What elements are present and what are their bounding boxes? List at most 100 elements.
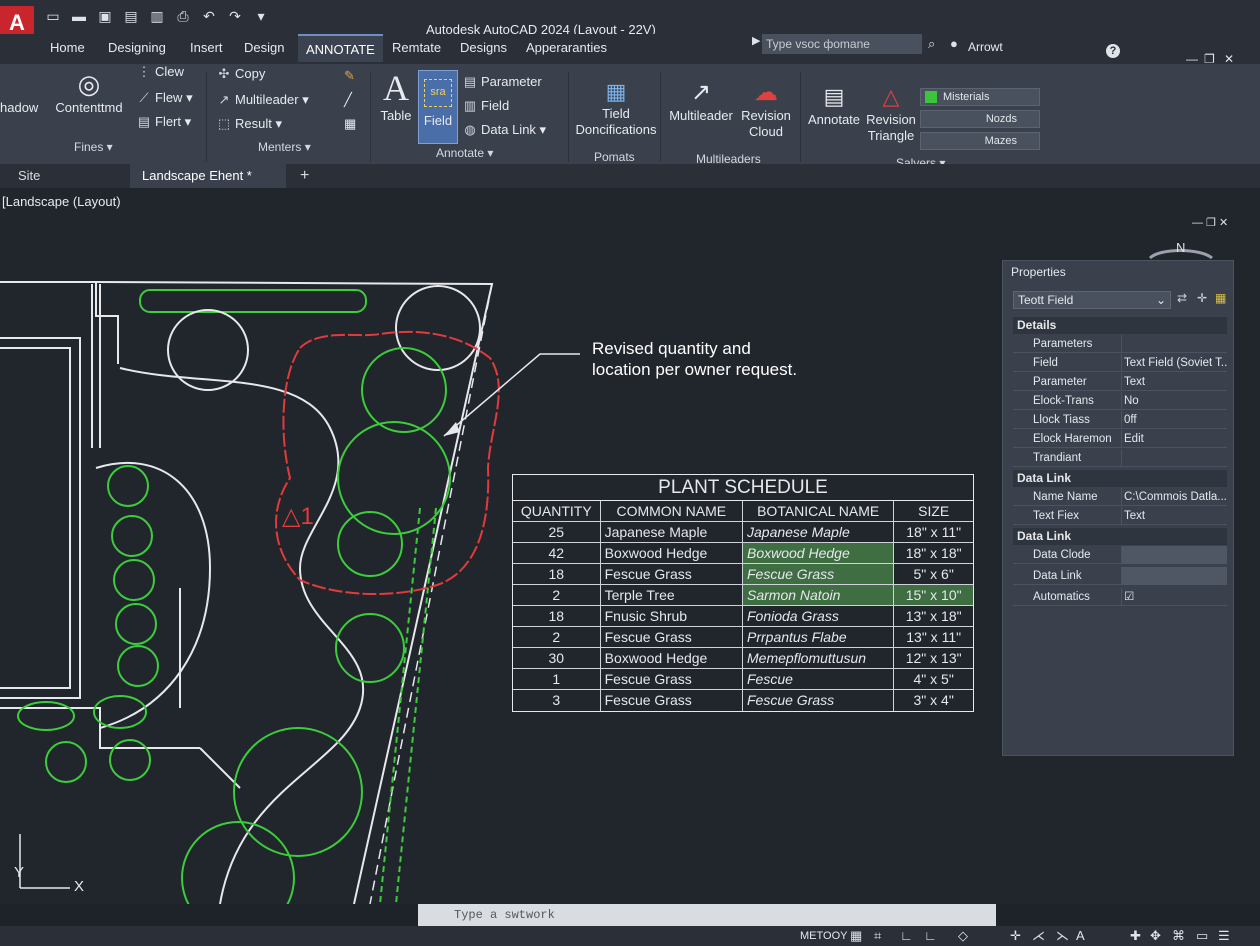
redo-icon[interactable]: ↷: [226, 8, 244, 24]
property-row[interactable]: Elock-Trans No: [1013, 392, 1227, 410]
cell-common-name[interactable]: Terple Tree: [601, 585, 743, 605]
model-space-toggle[interactable]: METOOY: [800, 930, 847, 942]
save-icon[interactable]: ▣: [96, 8, 114, 24]
tab-home[interactable]: Home: [42, 34, 93, 62]
panel-menters[interactable]: Menters ▾: [258, 140, 311, 154]
panel-annotate[interactable]: Annotate ▾: [436, 146, 493, 160]
result-button[interactable]: ⬚ Result ▾: [216, 116, 282, 132]
cell-botanical-name[interactable]: Prrpantus Flabe: [743, 627, 895, 647]
snap-mode-icon[interactable]: ⌗: [874, 928, 881, 944]
clew-button[interactable]: ⋮ Clew: [136, 64, 184, 80]
cell-botanical-name[interactable]: Fonioda Grass: [743, 606, 895, 626]
property-value[interactable]: Text: [1121, 507, 1227, 525]
plant-schedule-table[interactable]: PLANT SCHEDULE QUANTITY COMMON NAME BOTA…: [512, 474, 974, 712]
tab-insert[interactable]: Insert: [182, 34, 231, 62]
property-value[interactable]: [1121, 335, 1227, 353]
annotation-visibility-icon[interactable]: A: [1076, 928, 1085, 943]
cell-botanical-name[interactable]: Boxwood Hedge: [743, 543, 895, 563]
property-group-header[interactable]: Data Link: [1013, 528, 1227, 545]
cell-quantity[interactable]: 18: [513, 606, 601, 626]
osnap-icon[interactable]: ◇: [958, 928, 968, 944]
print-icon[interactable]: ⎙: [174, 8, 192, 24]
cell-size[interactable]: 3" x 4": [894, 690, 973, 711]
cell-quantity[interactable]: 2: [513, 585, 601, 605]
property-row[interactable]: Trandiant: [1013, 449, 1227, 467]
panel-pomats[interactable]: Pomats: [594, 150, 635, 164]
isolate-icon[interactable]: ⌘: [1172, 928, 1185, 944]
cell-common-name[interactable]: Fescue Grass: [601, 564, 743, 584]
user-icon[interactable]: ●: [950, 36, 958, 51]
cell-size[interactable]: 13" x 11": [894, 627, 973, 647]
revision-triangle-button[interactable]: △ Revision Triangle: [864, 82, 918, 144]
cell-size[interactable]: 18" x 11": [894, 522, 973, 542]
multileader-button[interactable]: ↗ Multileader ▾: [216, 92, 309, 108]
cell-quantity[interactable]: 25: [513, 522, 601, 542]
search-input[interactable]: Type vsoc фomane: [762, 34, 922, 54]
shadow-button[interactable]: hadow: [0, 100, 38, 115]
field-small-button[interactable]: ▥ Field: [462, 98, 509, 114]
parameter-button[interactable]: ▤ Parameter: [462, 74, 542, 90]
cell-quantity[interactable]: 42: [513, 543, 601, 563]
property-value[interactable]: Text: [1121, 373, 1227, 391]
workspace-icon[interactable]: ✚: [1130, 928, 1141, 944]
multileader-big-button[interactable]: ↗ Multileader: [668, 78, 734, 123]
property-value[interactable]: No: [1121, 392, 1227, 410]
polar-icon[interactable]: ∟: [924, 928, 937, 943]
save-as-icon[interactable]: ▤: [122, 8, 140, 24]
tab-remtate[interactable]: Remtate: [384, 34, 449, 62]
property-value[interactable]: Text Field (Soviet T...: [1121, 354, 1227, 372]
copy-button[interactable]: ✣ Copy: [216, 66, 266, 82]
customization-menu-icon[interactable]: ☰: [1218, 928, 1230, 944]
layer-dropdown-3[interactable]: Mazes: [920, 132, 1040, 150]
compass-north[interactable]: N: [1176, 240, 1185, 255]
tab-designing[interactable]: Designing: [100, 34, 174, 62]
cell-botanical-name[interactable]: Japanese Maple: [743, 522, 895, 542]
undo-icon[interactable]: ↶: [200, 8, 218, 24]
property-row[interactable]: Elock Haremon Edit: [1013, 430, 1227, 448]
user-name[interactable]: Arrowt: [968, 40, 1003, 54]
cell-common-name[interactable]: Japanese Maple: [601, 522, 743, 542]
quick-select-icon[interactable]: ⇄: [1177, 291, 1187, 305]
annotate-big-button[interactable]: ▤ Annotate: [804, 82, 864, 127]
property-value[interactable]: 0ff: [1121, 411, 1227, 429]
doc-tab-site[interactable]: Site: [6, 164, 52, 188]
cell-common-name[interactable]: Fescue Grass: [601, 669, 743, 689]
command-line-input[interactable]: Type a swtwork: [418, 904, 996, 926]
cell-quantity[interactable]: 2: [513, 627, 601, 647]
pencil-icon[interactable]: ✎: [344, 68, 355, 84]
table-button[interactable]: A Table: [376, 68, 416, 123]
new-file-icon[interactable]: ▭: [44, 8, 62, 24]
cell-botanical-name[interactable]: Fescue Grass: [743, 564, 895, 584]
property-value[interactable]: [1121, 546, 1227, 564]
table-row[interactable]: 2 Terple Tree Sarmon Natoin 15" x 10": [513, 585, 973, 606]
grid-icon[interactable]: ▦: [344, 116, 356, 132]
property-row[interactable]: Data Clode: [1013, 546, 1227, 564]
property-row[interactable]: Parameter Text: [1013, 373, 1227, 391]
ortho-icon[interactable]: ∟: [900, 928, 913, 943]
cell-common-name[interactable]: Boxwood Hedge: [601, 648, 743, 668]
otrack-icon[interactable]: ✛: [1010, 928, 1021, 944]
search-icon[interactable]: ⌕: [928, 36, 935, 52]
cell-common-name[interactable]: Fescue Grass: [601, 627, 743, 647]
select-objects-icon[interactable]: ✛: [1197, 291, 1207, 305]
property-row[interactable]: Text Fiex Text: [1013, 507, 1227, 525]
property-row[interactable]: Automatics ☑: [1013, 588, 1227, 606]
table-row[interactable]: 3 Fescue Grass Fescue Grass 3" x 4": [513, 690, 973, 711]
new-tab-icon[interactable]: +: [288, 164, 321, 188]
property-value[interactable]: ☑: [1121, 588, 1227, 606]
property-group-header[interactable]: Data Link: [1013, 470, 1227, 487]
tab-designs[interactable]: Designs: [452, 34, 515, 62]
table-row[interactable]: 1 Fescue Grass Fescue 4" x 5": [513, 669, 973, 690]
property-value[interactable]: [1121, 449, 1227, 467]
lineweight-icon[interactable]: ⋌: [1032, 928, 1045, 944]
tab-annotate[interactable]: ANNOTATE: [298, 34, 383, 62]
cell-quantity[interactable]: 3: [513, 690, 601, 711]
viewport-label[interactable]: [Landscape (Layout): [2, 194, 121, 209]
field-button[interactable]: sra Field: [418, 70, 458, 144]
tab-design[interactable]: Design: [236, 34, 292, 62]
pickadd-icon[interactable]: ▦: [1215, 291, 1226, 305]
customize-qat-icon[interactable]: ▾: [252, 8, 270, 24]
cell-size[interactable]: 4" x 5": [894, 669, 973, 689]
cell-size[interactable]: 12" x 13": [894, 648, 973, 668]
cell-size[interactable]: 18" x 18": [894, 543, 973, 563]
